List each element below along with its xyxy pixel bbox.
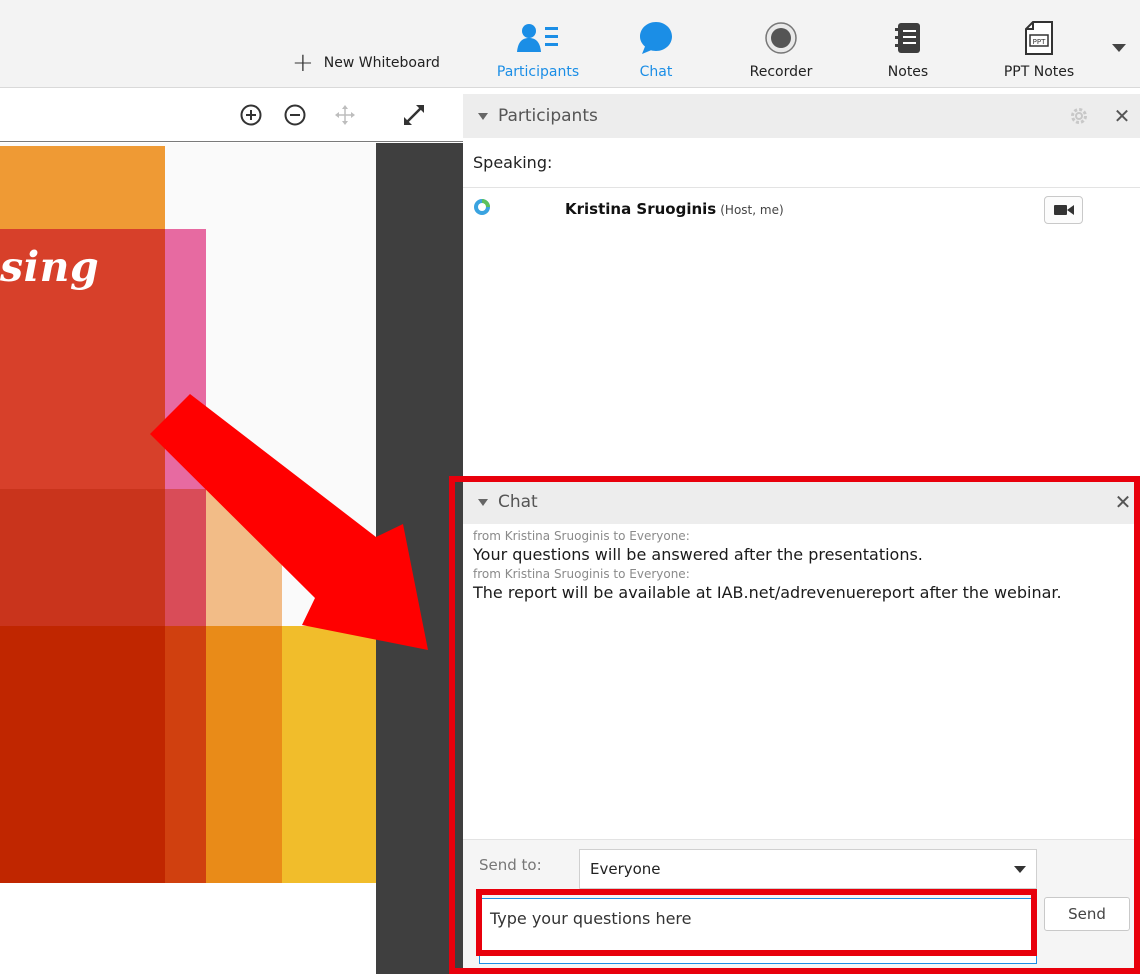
input-highlight-box — [476, 889, 1037, 956]
